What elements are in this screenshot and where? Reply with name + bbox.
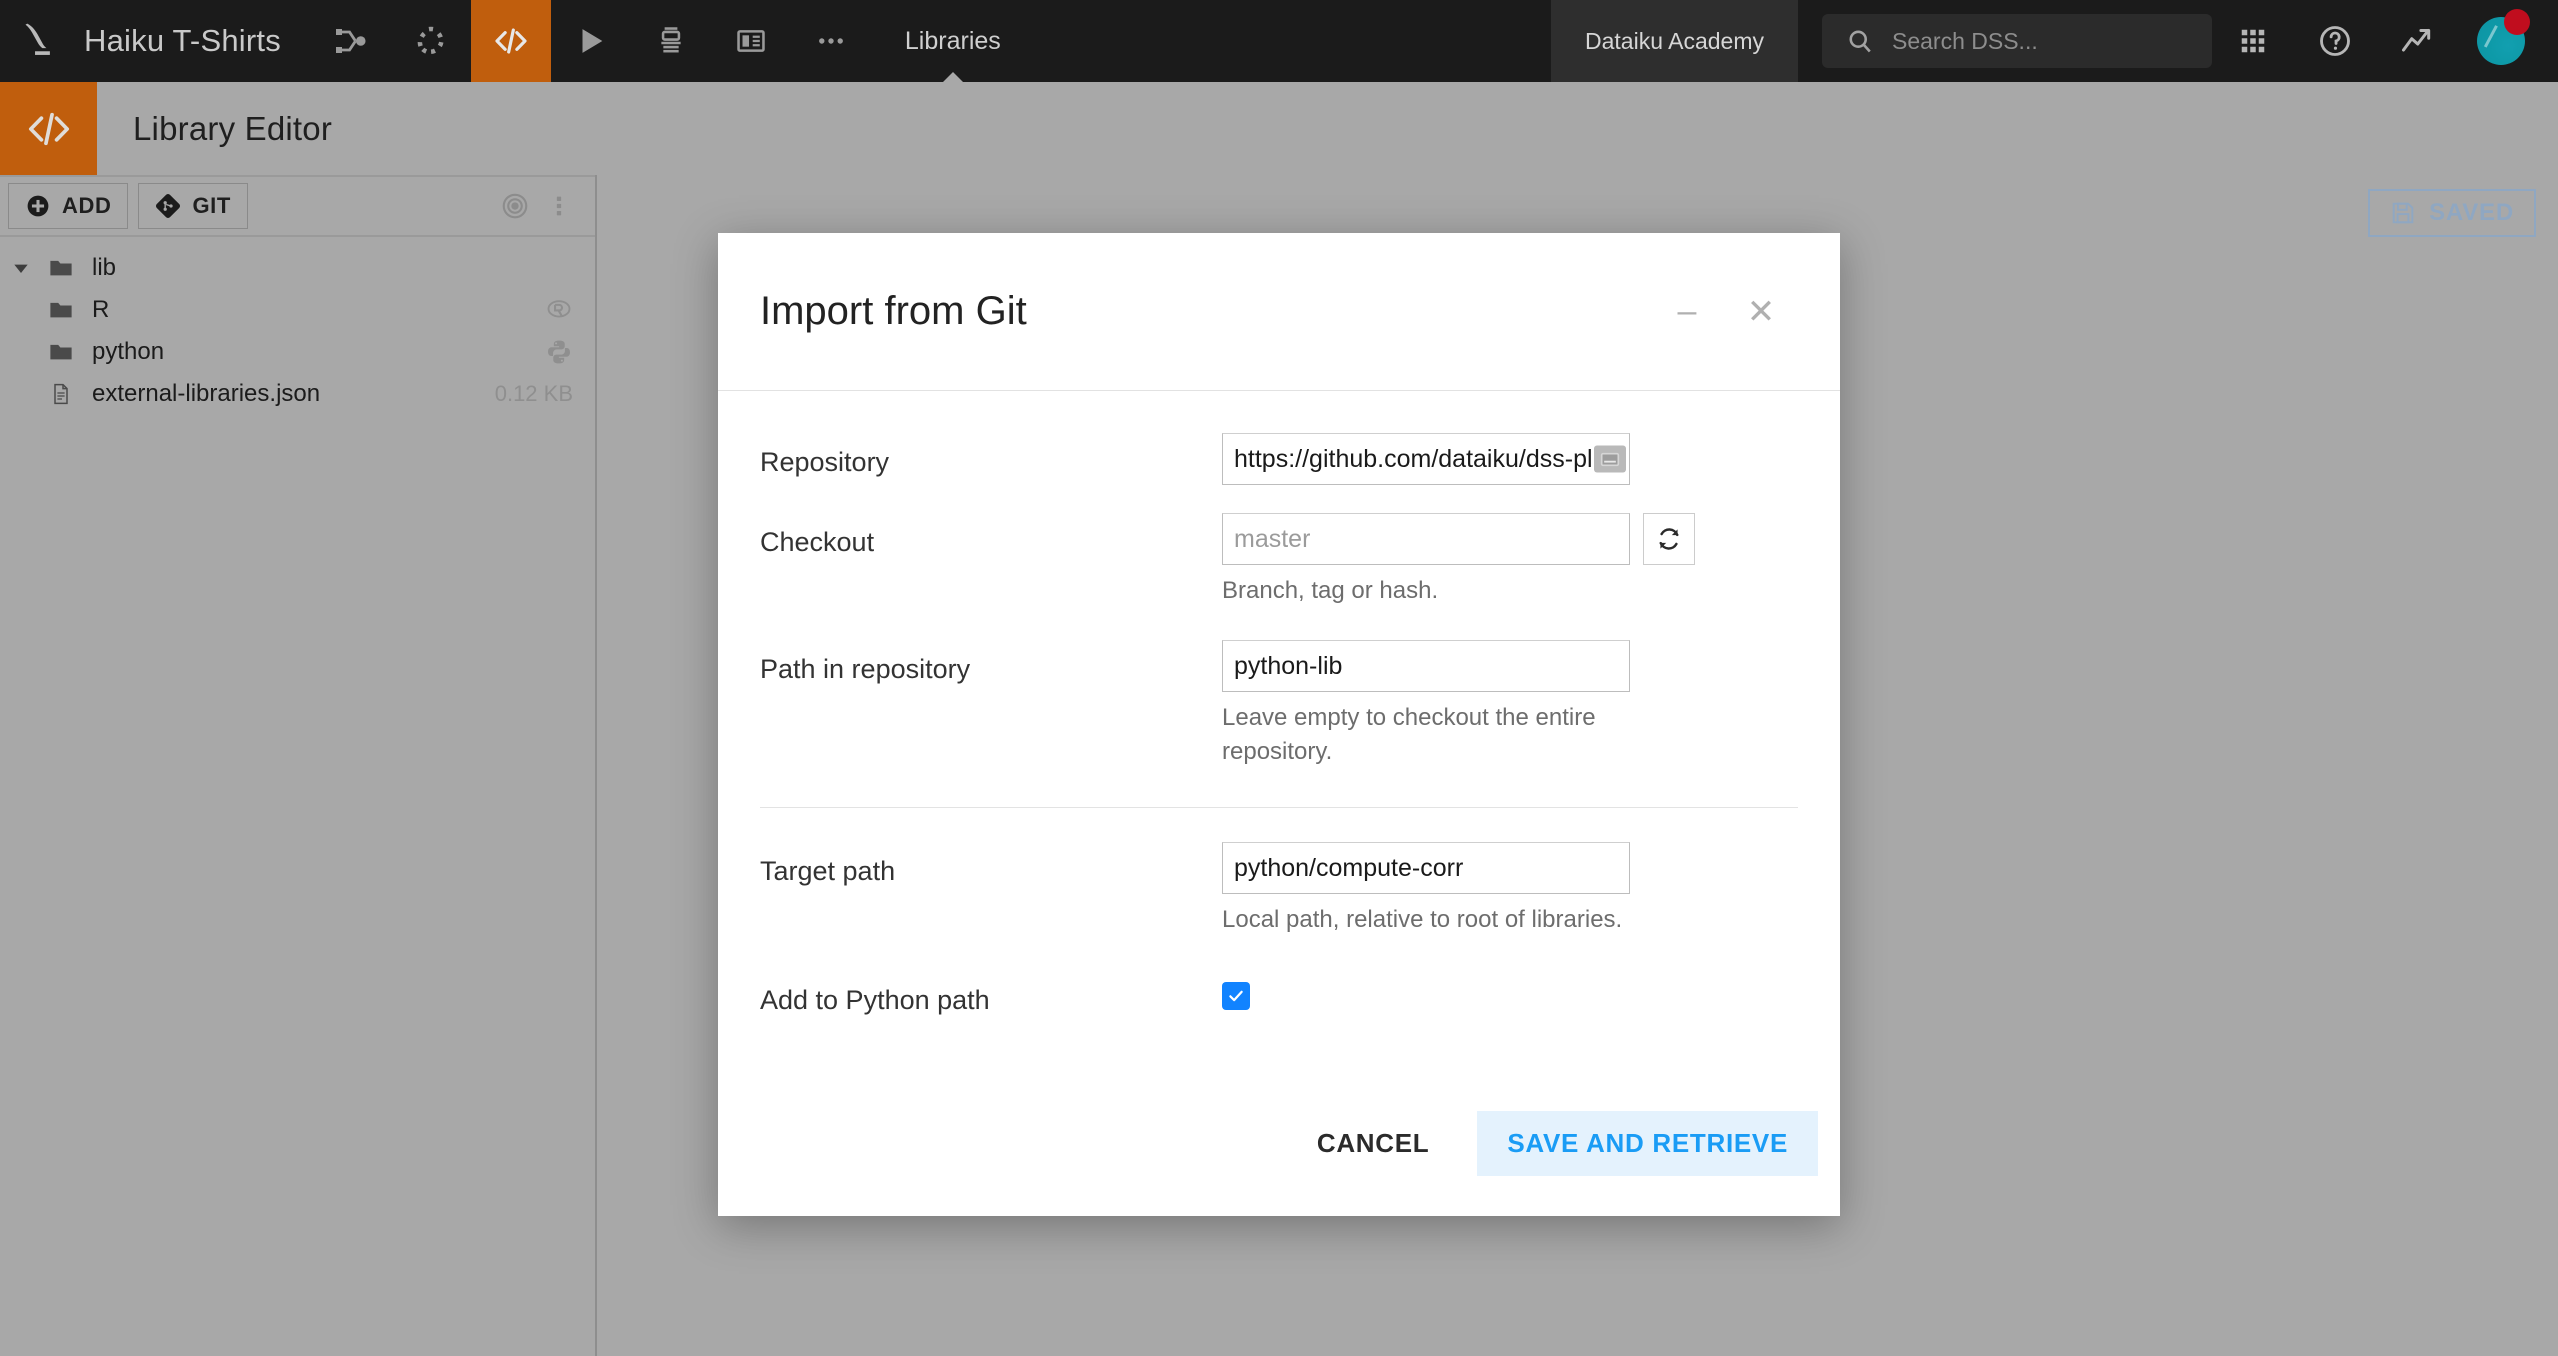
dialog-header: Import from Git – ✕ — [718, 233, 1840, 391]
autofill-chip-icon[interactable] — [1594, 445, 1626, 473]
import-from-git-dialog: Import from Git – ✕ Repository https://g… — [718, 233, 1840, 1216]
checkout-input-row: master — [1222, 513, 1798, 565]
path-in-repository-value: python-lib — [1234, 651, 1343, 680]
field-repository: Repository https://github.com/dataiku/ds… — [760, 433, 1798, 485]
repository-control: https://github.com/dataiku/dss-plug — [1222, 433, 1798, 485]
close-x-icon[interactable]: ✕ — [1732, 283, 1790, 341]
checkout-input[interactable]: master — [1222, 513, 1630, 565]
target-path-control: python/compute-corr Local path, relative… — [1222, 842, 1798, 937]
field-add-to-python-path: Add to Python path — [760, 971, 1798, 1016]
dialog-title: Import from Git — [760, 289, 1027, 333]
checkout-placeholder: master — [1234, 524, 1311, 553]
refresh-sync-icon[interactable] — [1643, 513, 1695, 565]
field-path-in-repository: Path in repository python-lib Leave empt… — [760, 640, 1798, 769]
checkout-label: Checkout — [760, 527, 875, 557]
checkout-help-text: Branch, tag or hash. — [1222, 577, 1439, 604]
check-icon — [1229, 991, 1243, 1002]
section-divider — [760, 807, 1798, 809]
checkout-control: master Branch, tag or hash. — [1222, 513, 1798, 608]
cancel-button[interactable]: CANCEL — [1287, 1111, 1460, 1176]
minimize-icon[interactable]: – — [1658, 283, 1716, 341]
add-to-python-path-checkbox[interactable] — [1222, 982, 1250, 1011]
field-target-path: Target path python/compute-corr Local pa… — [760, 842, 1798, 937]
path-in-repository-label: Path in repository — [760, 654, 971, 685]
repository-label: Repository — [760, 447, 890, 477]
target-path-help-text: Local path, relative to root of librarie… — [1222, 906, 1623, 934]
modal-overlay: Import from Git – ✕ Repository https://g… — [0, 0, 2558, 1356]
target-path-value: python/compute-corr — [1234, 853, 1464, 882]
repository-input[interactable]: https://github.com/dataiku/dss-plug — [1222, 433, 1630, 485]
dialog-body: Repository https://github.com/dataiku/ds… — [718, 391, 1840, 1111]
path-in-repository-control: python-lib Leave empty to checkout the e… — [1222, 640, 1798, 769]
add-to-python-path-label: Add to Python path — [760, 985, 990, 1016]
field-checkout: Checkout master Branch, tag or hash. — [760, 513, 1798, 608]
path-in-repository-help-text: Leave empty to checkout the entire repos… — [1222, 704, 1596, 766]
target-path-label: Target path — [760, 856, 896, 887]
target-path-input[interactable]: python/compute-corr — [1222, 842, 1630, 895]
save-and-retrieve-button[interactable]: SAVE AND RETRIEVE — [1477, 1111, 1818, 1176]
add-to-python-path-control — [1222, 971, 1798, 1011]
dialog-footer: CANCEL SAVE AND RETRIEVE — [718, 1111, 1840, 1216]
repository-value: https://github.com/dataiku/dss-plug — [1234, 444, 1618, 473]
path-in-repository-input[interactable]: python-lib — [1222, 640, 1630, 693]
